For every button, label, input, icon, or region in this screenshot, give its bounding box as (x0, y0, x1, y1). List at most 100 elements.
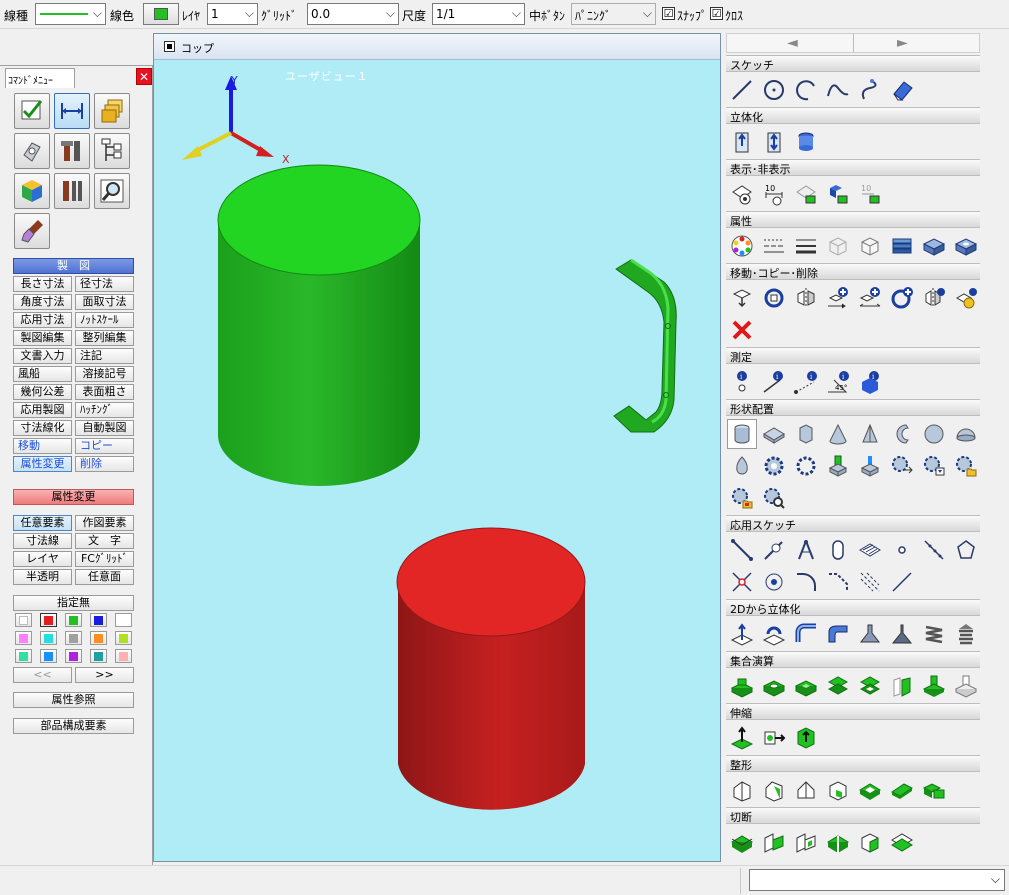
hemisphere-shape-icon[interactable] (951, 419, 981, 449)
swatch-sky[interactable] (40, 649, 57, 663)
pin-ghost-icon[interactable] (951, 671, 981, 701)
chamfer-edge-icon[interactable] (759, 775, 789, 805)
snap-checkbox[interactable]: ☑ (662, 7, 675, 20)
offset-icon[interactable] (855, 567, 885, 597)
surface-roughness-button[interactable]: 表面粗さ (75, 384, 134, 400)
paint-brush-icon[interactable] (14, 213, 50, 249)
solid-hole-icon[interactable] (951, 231, 981, 261)
cone-shape-icon[interactable] (823, 419, 853, 449)
cut-plane-icon[interactable] (727, 827, 757, 857)
section-measure[interactable]: 測定 (726, 347, 980, 364)
line-style-icon[interactable] (759, 231, 789, 261)
chamfer-dimension-button[interactable]: 面取寸法 (75, 294, 134, 310)
part-elements-button[interactable]: 部品構成要素 (13, 718, 134, 734)
line-type-select[interactable]: ⌵ (35, 3, 106, 25)
plate-shape-icon[interactable] (759, 419, 789, 449)
wireframe-icon[interactable] (823, 231, 853, 261)
hatch-plane-icon[interactable] (855, 535, 885, 565)
eraser-tool-icon[interactable] (887, 75, 917, 105)
show-dimension-icon[interactable]: 10 (759, 179, 789, 209)
green-cylinder[interactable] (217, 164, 421, 486)
copy-move-icon[interactable] (823, 283, 853, 313)
stretch-hole-icon[interactable] (791, 723, 821, 753)
close-icon[interactable]: ✕ (136, 68, 152, 85)
swatch-gray[interactable] (65, 631, 82, 645)
swatch-teal[interactable] (90, 649, 107, 663)
move-element-icon[interactable] (727, 283, 757, 313)
green-handle-part[interactable] (613, 258, 677, 433)
measure-line-icon[interactable]: i (759, 367, 789, 397)
measure-point-icon[interactable]: i (727, 367, 757, 397)
balloon-button[interactable]: 風船 (13, 366, 72, 382)
measure-angle-icon[interactable]: i 45° (823, 367, 853, 397)
extrude-icon[interactable] (727, 127, 757, 157)
swatch-empty[interactable] (115, 613, 132, 627)
split-solid-icon[interactable] (823, 827, 853, 857)
gear-ring-icon[interactable] (791, 451, 821, 481)
color-palette-icon[interactable] (727, 231, 757, 261)
center-point-icon[interactable] (759, 567, 789, 597)
gear-arrow-icon[interactable] (887, 451, 917, 481)
layer-attr-button[interactable]: レイヤ (13, 551, 72, 567)
swatch-salmon[interactable] (115, 649, 132, 663)
cross-checkbox[interactable]: ☑ (710, 7, 723, 20)
part-icon[interactable] (14, 133, 50, 169)
applied-drafting-button[interactable]: 応用製図 (13, 402, 72, 418)
swatch-aqua[interactable] (15, 649, 32, 663)
swatch-green[interactable] (65, 613, 82, 627)
hatching-button[interactable]: ﾊｯﾁﾝｸﾞ (75, 402, 134, 418)
sketch-check-icon[interactable] (14, 93, 50, 129)
draft-face-icon[interactable] (791, 775, 821, 805)
arc-tool-icon[interactable] (791, 75, 821, 105)
gear-folder-icon[interactable] (951, 451, 981, 481)
not-scale-button[interactable]: ﾉｯﾄｽｹｰﾙ (75, 312, 134, 328)
section-shaping[interactable]: 整形 (726, 755, 980, 772)
section-stretch[interactable]: 伸縮 (726, 703, 980, 720)
stretch-face-icon[interactable] (727, 723, 757, 753)
cut-sketch-icon[interactable] (791, 827, 821, 857)
dimension-line-attr-button[interactable]: 寸法線 (13, 533, 72, 549)
applied-dimension-button[interactable]: 応用寸法 (13, 312, 72, 328)
gear-shape-icon[interactable] (759, 451, 789, 481)
cylinder-shape-icon[interactable] (727, 419, 757, 449)
torus-part-icon[interactable] (887, 419, 917, 449)
gear-file-icon[interactable] (727, 483, 757, 513)
section-2d-to-solid[interactable]: 2Dから立体化 (726, 599, 980, 616)
line-color-button[interactable] (143, 3, 179, 25)
any-face-button[interactable]: 任意面 (75, 569, 134, 585)
grid-select[interactable]: 0.0 ⌵ (307, 3, 399, 25)
extrude-both-icon[interactable] (759, 127, 789, 157)
scale-select[interactable]: 1/1 ⌵ (432, 3, 525, 25)
section-applied-sketch[interactable]: 応用スケッチ (726, 515, 980, 532)
pin-union-icon[interactable] (919, 671, 949, 701)
auto-drafting-button[interactable]: 自動製図 (75, 420, 134, 436)
drafting-header[interactable]: 製 図 (13, 258, 134, 274)
polygon-icon[interactable] (951, 535, 981, 565)
section-solidify[interactable]: 立体化 (726, 107, 980, 124)
revolve-icon[interactable] (791, 127, 821, 157)
polyline-icon[interactable] (727, 535, 757, 565)
offset-solid-icon[interactable] (855, 775, 885, 805)
section-move-copy-delete[interactable]: 移動･コピー･削除 (726, 263, 980, 280)
swatch-white[interactable] (15, 613, 32, 627)
cut-layers-icon[interactable] (887, 827, 917, 857)
line-width-icon[interactable] (791, 231, 821, 261)
screw-icon[interactable] (951, 619, 981, 649)
measure-distance-icon[interactable]: i (791, 367, 821, 397)
solid-box-icon[interactable] (919, 231, 949, 261)
cut-box-icon[interactable] (855, 827, 885, 857)
swatch-pink[interactable] (15, 631, 32, 645)
fillet-edge-icon[interactable] (727, 775, 757, 805)
section-sketch[interactable]: スケッチ (726, 55, 980, 72)
copy-array-icon[interactable] (855, 283, 885, 313)
section-attributes[interactable]: 属性 (726, 211, 980, 228)
weld-symbol-button[interactable]: 溶接記号 (75, 366, 134, 382)
text-attr-button[interactable]: 文 字 (75, 533, 134, 549)
diameter-dimension-button[interactable]: 径寸法 (75, 276, 134, 292)
replace-face-icon[interactable] (919, 775, 949, 805)
delete-button[interactable]: 削除 (75, 456, 134, 472)
layer-select[interactable]: 1 ⌵ (207, 3, 258, 25)
subtract-icon[interactable] (759, 671, 789, 701)
swatch-purple[interactable] (65, 649, 82, 663)
gear-search-icon[interactable] (759, 483, 789, 513)
